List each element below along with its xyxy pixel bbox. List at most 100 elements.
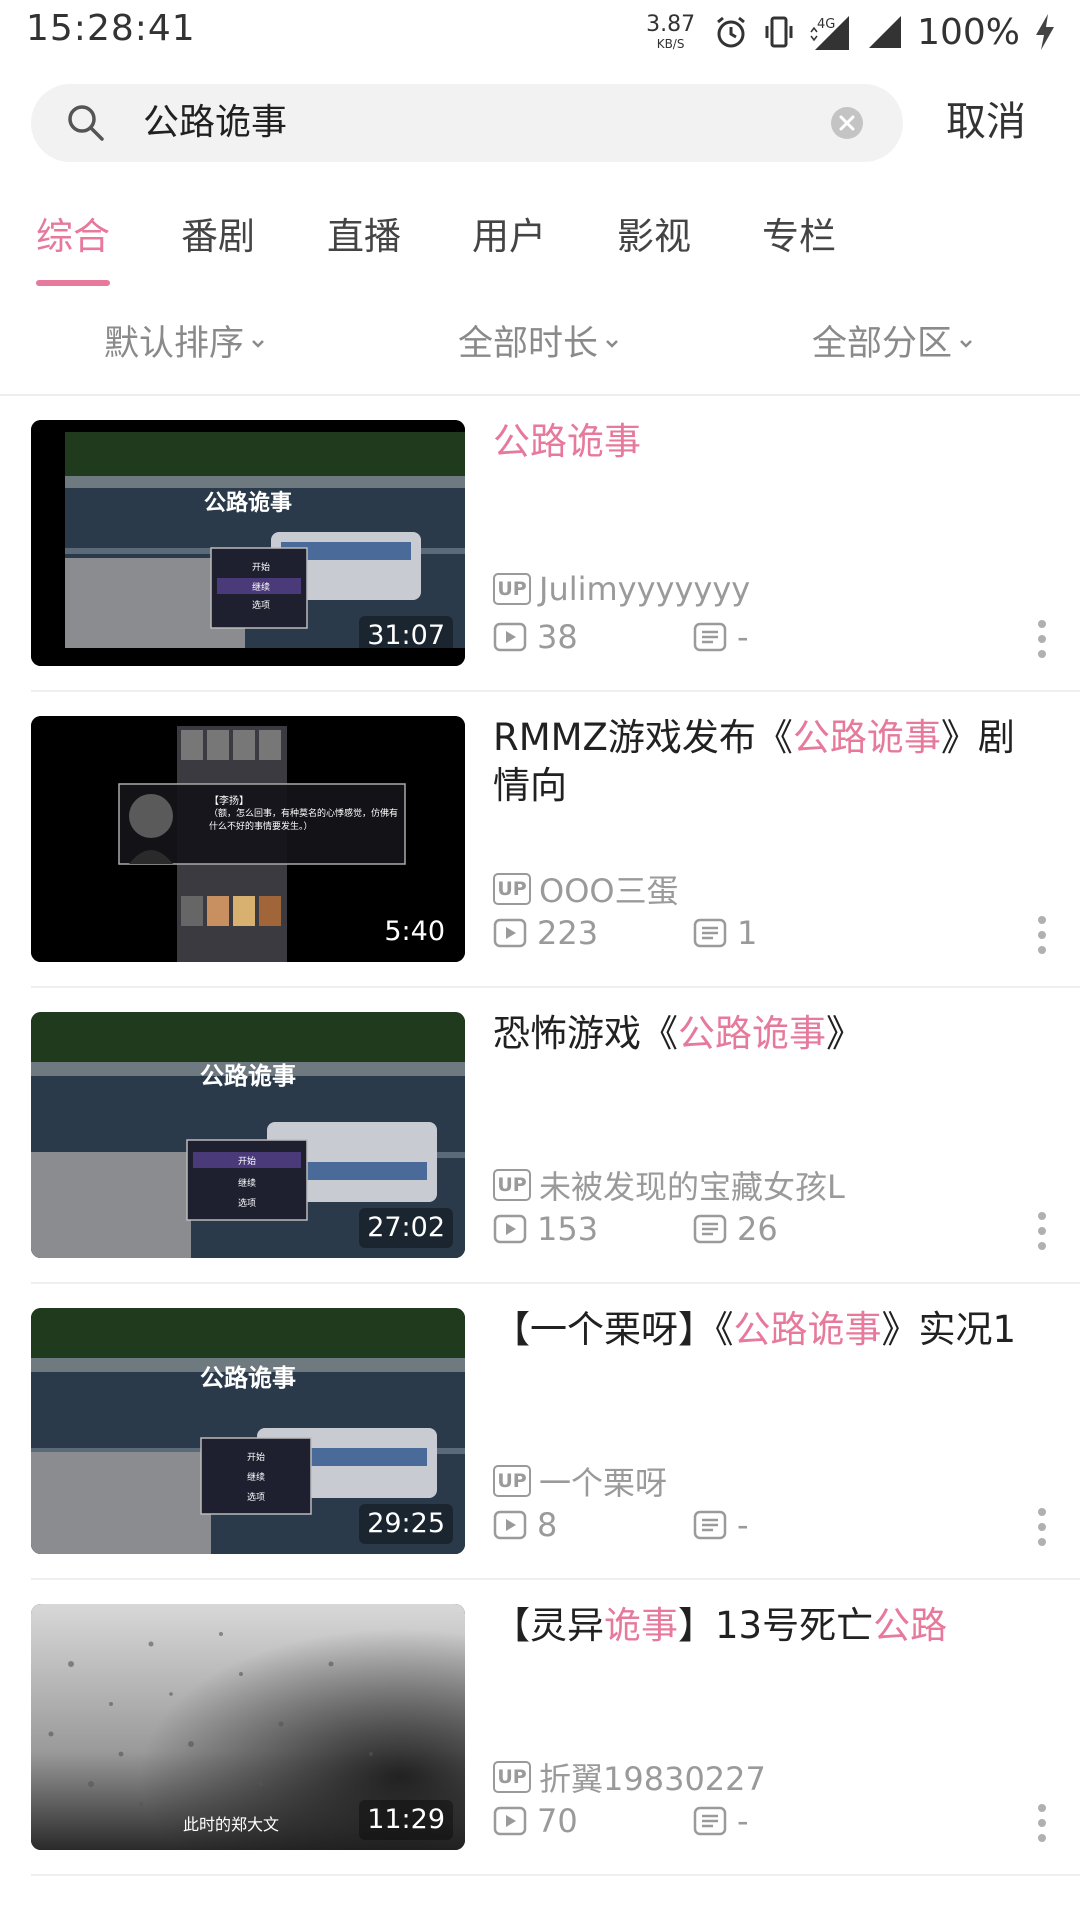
up-badge-icon: UP xyxy=(493,1169,531,1201)
video-title[interactable]: 恐怖游戏《公路诡事》 xyxy=(493,1010,1033,1058)
video-thumbnail[interactable]: 开始 继续 选项 公路诡事 27:02 xyxy=(31,1012,465,1258)
danmaku-count: 26 xyxy=(693,1210,778,1248)
video-thumbnail[interactable]: 开始 继续 选项 公路诡事 29:25 xyxy=(31,1308,465,1554)
status-icons: 3.87 KB/S 4G 100% xyxy=(646,6,1056,58)
danmaku-icon xyxy=(693,1214,727,1244)
play-count-icon xyxy=(493,1510,527,1540)
tab-live[interactable]: 直播 xyxy=(327,212,401,262)
signal-4g-icon: 4G xyxy=(810,16,850,50)
video-item[interactable]: 此时的郑大文 11:29 【灵异诡事】13号死亡公路 UP 折翼19830227… xyxy=(0,1580,1080,1876)
title-highlight: 公路 xyxy=(873,1604,948,1647)
play-count-icon xyxy=(493,1214,527,1244)
video-thumbnail[interactable]: 【李扬】 （额，怎么回事，有种莫名的心悸感觉，仿佛有什么不好的事情要发生。） 5… xyxy=(31,716,465,962)
title-text: 》实况1 xyxy=(881,1308,1017,1351)
title-highlight: 公路诡事 xyxy=(493,420,641,463)
tab-users[interactable]: 用户 xyxy=(472,212,546,262)
play-count: 70 xyxy=(493,1802,578,1840)
danmaku-count: - xyxy=(693,1506,749,1544)
play-count-value: 38 xyxy=(537,618,578,656)
play-count: 153 xyxy=(493,1210,598,1248)
thumb-menu-item: 选项 xyxy=(247,1491,265,1503)
video-title[interactable]: RMMZ游戏发布《公路诡事》剧 情向 xyxy=(493,714,1033,810)
thumb-title: 公路诡事 xyxy=(200,1062,296,1090)
tab-comprehensive[interactable]: 综合 xyxy=(36,212,110,262)
danmaku-icon xyxy=(693,622,727,652)
video-item[interactable]: 开始 继续 选项 公路诡事 27:02 恐怖游戏《公路诡事》 UP 未被发现的宝… xyxy=(0,988,1080,1284)
play-count: 38 xyxy=(493,618,578,656)
more-options-icon[interactable] xyxy=(1034,1210,1050,1252)
play-count-value: 223 xyxy=(537,914,599,952)
video-title[interactable]: 【灵异诡事】13号死亡公路 xyxy=(493,1602,1033,1650)
danmaku-count: 1 xyxy=(693,914,757,952)
title-text: 》剧 xyxy=(940,716,1015,759)
more-options-icon[interactable] xyxy=(1034,914,1050,956)
thumb-menu-item: 选项 xyxy=(252,599,270,611)
title-text: 【灵异 xyxy=(493,1604,604,1647)
more-options-icon[interactable] xyxy=(1034,618,1050,660)
network-speed-value: 3.87 xyxy=(646,12,696,37)
search-icon xyxy=(68,105,104,141)
play-count: 223 xyxy=(493,914,598,952)
duration-filter-label: 全部时长 xyxy=(458,324,599,364)
tab-bangumi[interactable]: 番剧 xyxy=(181,212,255,262)
video-duration: 29:25 xyxy=(359,1504,453,1544)
search-row: 公路诡事 取消 xyxy=(0,80,1080,166)
title-text: 》 xyxy=(826,1012,863,1055)
duration-filter[interactable]: 全部时长 xyxy=(458,318,620,370)
danmaku-count-value: 26 xyxy=(737,1210,778,1248)
category-filter[interactable]: 全部分区 xyxy=(812,318,974,370)
more-options-icon[interactable] xyxy=(1034,1506,1050,1548)
title-text: 】13号死亡 xyxy=(678,1604,874,1647)
uploader-row[interactable]: UP 未被发现的宝藏女孩L xyxy=(493,1162,845,1208)
search-input[interactable]: 公路诡事 xyxy=(143,96,287,150)
cancel-button[interactable]: 取消 xyxy=(946,94,1026,150)
thumb-dialog-speaker: 【李扬】 xyxy=(209,794,249,807)
title-highlight: 公路诡事 xyxy=(792,716,941,759)
charging-icon xyxy=(1036,14,1054,50)
uploader-name: 一个栗呀 xyxy=(539,1464,668,1502)
sort-filter-label: 默认排序 xyxy=(104,324,245,364)
uploader-name: Julimyyyyyyy xyxy=(539,570,751,608)
video-item[interactable]: 【李扬】 （额，怎么回事，有种莫名的心悸感觉，仿佛有什么不好的事情要发生。） 5… xyxy=(0,692,1080,988)
video-duration: 11:29 xyxy=(359,1800,453,1840)
uploader-row[interactable]: UP 一个栗呀 xyxy=(493,1458,667,1504)
clear-icon[interactable] xyxy=(829,105,865,141)
uploader-row[interactable]: UP OOO三蛋 xyxy=(493,866,679,912)
uploader-name: 未被发现的宝藏女孩L xyxy=(539,1168,845,1206)
sort-filter[interactable]: 默认排序 xyxy=(104,318,266,370)
uploader-name: OOO三蛋 xyxy=(539,872,679,910)
danmaku-icon xyxy=(693,918,727,948)
more-options-icon[interactable] xyxy=(1034,1802,1050,1844)
play-count: 8 xyxy=(493,1506,557,1544)
thumb-menu-item: 开始 xyxy=(238,1155,256,1167)
video-list: 开始 继续 选项 公路诡事 31:07 公路诡事 UP Julimyyyyyyy… xyxy=(0,396,1080,1876)
search-box[interactable]: 公路诡事 xyxy=(31,84,903,162)
video-thumbnail[interactable]: 开始 继续 选项 公路诡事 31:07 xyxy=(31,420,465,666)
category-filter-label: 全部分区 xyxy=(812,324,953,364)
status-time: 15:28:41 xyxy=(26,8,196,49)
network-speed-unit: KB/S xyxy=(656,37,685,51)
uploader-row[interactable]: UP Julimyyyyyyy xyxy=(493,570,750,608)
tab-movies[interactable]: 影视 xyxy=(617,212,691,262)
thumb-menu-item: 继续 xyxy=(252,581,270,593)
uploader-row[interactable]: UP 折翼19830227 xyxy=(493,1754,766,1800)
search-tabs: 综合 番剧 直播 用户 影视 专栏 xyxy=(0,202,1080,292)
tab-articles[interactable]: 专栏 xyxy=(762,212,836,262)
video-duration: 5:40 xyxy=(376,912,453,952)
danmaku-count-value: - xyxy=(737,1506,749,1544)
title-highlight: 公路诡事 xyxy=(678,1012,826,1055)
video-stats: 38 - xyxy=(493,618,1053,658)
play-count-icon xyxy=(493,918,527,948)
video-title[interactable]: 公路诡事 xyxy=(493,418,1033,466)
video-item[interactable]: 开始 继续 选项 公路诡事 31:07 公路诡事 UP Julimyyyyyyy… xyxy=(0,396,1080,692)
up-badge-icon: UP xyxy=(493,1761,531,1793)
title-text: 情向 xyxy=(493,764,567,807)
thumb-title: 公路诡事 xyxy=(204,490,292,516)
danmaku-count-value: - xyxy=(737,618,749,656)
video-item[interactable]: 开始 继续 选项 公路诡事 29:25 【一个栗呀】《公路诡事》实况1 UP 一… xyxy=(0,1284,1080,1580)
chevron-down-icon xyxy=(960,340,972,348)
thumb-title: 公路诡事 xyxy=(200,1364,296,1392)
video-thumbnail[interactable]: 此时的郑大文 11:29 xyxy=(31,1604,465,1850)
title-text: RMMZ游戏发布《 xyxy=(493,716,793,759)
video-title[interactable]: 【一个栗呀】《公路诡事》实况1 xyxy=(493,1306,1033,1354)
